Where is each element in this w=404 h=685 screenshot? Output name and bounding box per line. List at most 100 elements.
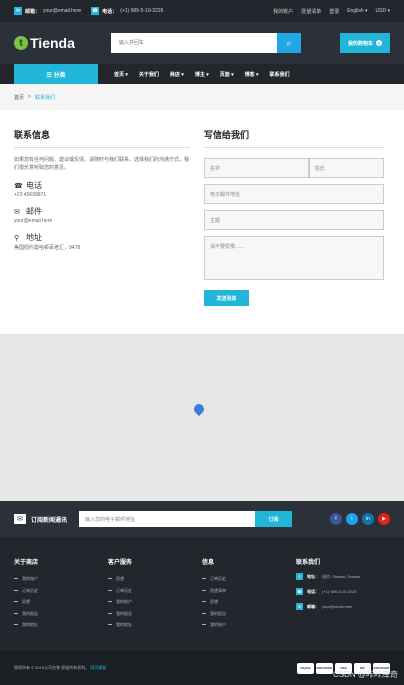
nav-item-shop[interactable]: 商店 ▾ bbox=[170, 71, 184, 78]
map-marker-icon: ⚲ bbox=[14, 234, 20, 242]
footer-link[interactable]: 愿望 bbox=[108, 573, 202, 585]
login-link[interactable]: 登录 bbox=[329, 8, 339, 15]
email-label: 邮箱： bbox=[307, 603, 319, 609]
footer: 关于商店 我的账户 订单历史 愿望 我的报告 我的地址 客户服务 愿望 订单历史… bbox=[0, 537, 404, 651]
footer-link[interactable]: 我的报告 bbox=[202, 608, 296, 620]
footer-link[interactable]: 订单历史 bbox=[14, 585, 108, 597]
footer-col-about: 关于商店 我的账户 订单历史 愿望 我的报告 我的地址 bbox=[14, 557, 108, 651]
envelope-icon: ✉ bbox=[14, 514, 26, 524]
address-label: 地址： bbox=[307, 573, 319, 579]
footer-email: ✉ 邮箱： your@email.here bbox=[296, 603, 390, 610]
email-title: 邮件 bbox=[26, 207, 42, 216]
twitter-icon[interactable]: t bbox=[346, 513, 358, 525]
nav-item-home[interactable]: 首页 ▾ bbox=[114, 71, 128, 78]
breadcrumb-separator: > bbox=[28, 94, 31, 100]
footer-link[interactable]: 愿望清单 bbox=[202, 585, 296, 597]
language-select[interactable]: English ▾ bbox=[347, 8, 367, 15]
topbar-phone: ☎ 电话： (+1) 989-5-10-3226 bbox=[91, 7, 163, 15]
nav-item-blog[interactable]: 博客 ▾ bbox=[245, 71, 259, 78]
linkedin-icon[interactable]: in bbox=[362, 513, 374, 525]
currency-select[interactable]: USD ▾ bbox=[376, 8, 390, 15]
nav-item-pages[interactable]: 页面 ▾ bbox=[220, 71, 234, 78]
paypal-icon: PayPal bbox=[297, 662, 314, 674]
cart-button[interactable]: 我的购物车 0 bbox=[339, 33, 390, 53]
template-link[interactable]: 网页模板 bbox=[90, 665, 106, 670]
subject-field[interactable]: 主题 bbox=[204, 210, 384, 230]
contact-email: ✉ 邮件 your@email.here bbox=[14, 206, 190, 224]
copyright-text: 版权所有 © 2019公司名称 保留所有权利。 bbox=[14, 665, 90, 670]
nav-item-blogger[interactable]: 博主 ▾ bbox=[195, 71, 209, 78]
wishlist-link[interactable]: 愿望清单 bbox=[301, 8, 321, 15]
email-value[interactable]: your@email.here bbox=[322, 604, 353, 609]
footer-link[interactable]: 我的账户 bbox=[14, 573, 108, 585]
envelope-icon: ✉ bbox=[14, 208, 20, 216]
email-value[interactable]: your@email.here bbox=[14, 218, 190, 224]
topbar-email: ✉ 邮箱： your@email.here bbox=[14, 7, 81, 15]
last-name-field[interactable]: 姓氏 bbox=[308, 158, 384, 178]
contact-address: ⚲ 地址 美国纽约曼哈顿百老汇，9478 bbox=[14, 232, 190, 251]
map[interactable] bbox=[0, 334, 404, 501]
footer-col-title: 关于商店 bbox=[14, 560, 39, 566]
envelope-icon: ✉ bbox=[296, 603, 303, 610]
breadcrumb: 首页 > 联系我们 bbox=[0, 84, 404, 110]
email-label: 邮箱： bbox=[25, 8, 41, 15]
footer-link[interactable]: 我的地址 bbox=[108, 619, 202, 631]
phone-value: +23 45699871 bbox=[14, 192, 47, 198]
subscribe-button[interactable]: 订阅 bbox=[255, 511, 292, 527]
map-pin-icon[interactable] bbox=[191, 401, 207, 417]
newsletter-email-input[interactable]: 输入您的电子邮件地址 bbox=[79, 511, 255, 527]
footer-link[interactable]: 我的报告 bbox=[14, 608, 108, 620]
footer-link[interactable]: 我的地址 bbox=[14, 619, 108, 631]
bottom-bar: 版权所有 © 2019公司名称 保留所有权利。 网页模板 PayPal DISC… bbox=[0, 651, 404, 685]
contact-phone: ☎ 电话 +23 45699871 bbox=[14, 180, 190, 198]
contact-info: 联系信息 如果您有任何问题、建议或反馈，请随时与我们联系。选择我们的沟通方式，我… bbox=[14, 128, 190, 251]
footer-address: ⚲ 地址： 纽约, Ottawa, Ontario bbox=[296, 573, 390, 580]
phone-icon: ☎ bbox=[14, 182, 23, 190]
footer-phone: ☎ 电话： (+1) 989-5-10-3226 bbox=[296, 588, 390, 595]
search-input[interactable] bbox=[110, 33, 277, 53]
contact-info-title: 联系信息 bbox=[14, 128, 190, 148]
newsletter-title: 订阅新闻通讯 bbox=[31, 517, 68, 524]
copyright: 版权所有 © 2019公司名称 保留所有权利。 网页模板 bbox=[14, 665, 106, 671]
phone-value: (+1) 989-5-10-3226 bbox=[120, 8, 164, 14]
contact-info-desc: 如果您有任何问题、建议或反馈，请随时与我们联系。选择我们的沟通方式，我们很乐意听… bbox=[14, 157, 190, 171]
phone-label: 电话： bbox=[102, 8, 118, 15]
email-value[interactable]: your@email.here bbox=[43, 8, 81, 14]
category-menu-button[interactable]: ☰ 分类 bbox=[14, 64, 98, 84]
send-message-button[interactable]: 发送消息 bbox=[204, 290, 249, 306]
form-title: 写信给我们 bbox=[204, 128, 384, 148]
footer-link[interactable]: 我的账户 bbox=[108, 596, 202, 608]
search-button[interactable]: ⌕ bbox=[276, 33, 301, 53]
logo[interactable]: t Tienda bbox=[14, 35, 75, 51]
my-account-link[interactable]: 我的账户 bbox=[273, 8, 293, 15]
footer-link[interactable]: 愿望 bbox=[14, 596, 108, 608]
message-textarea[interactable]: 请不要犹豫…… bbox=[204, 236, 384, 280]
footer-col-contact: 联系我们 ⚲ 地址： 纽约, Ottawa, Ontario ☎ 电话： (+1… bbox=[296, 557, 390, 651]
facebook-icon[interactable]: f bbox=[330, 513, 342, 525]
footer-link[interactable]: 我的账户 bbox=[202, 619, 296, 631]
email-field[interactable]: 电子邮件地址 bbox=[204, 184, 384, 204]
search-bar: ⌕ bbox=[110, 33, 301, 53]
header: t Tienda ⌕ 我的购物车 0 bbox=[0, 22, 404, 64]
nav-items: 首页 ▾ 关于我们 商店 ▾ 博主 ▾ 页面 ▾ 博客 ▾ 联系我们 bbox=[114, 71, 301, 78]
main-nav: ☰ 分类 首页 ▾ 关于我们 商店 ▾ 博主 ▾ 页面 ▾ 博客 ▾ 联系我们 bbox=[0, 64, 404, 84]
breadcrumb-home[interactable]: 首页 bbox=[14, 94, 24, 101]
youtube-icon[interactable]: ▶ bbox=[378, 513, 390, 525]
first-name-field[interactable]: 名字 bbox=[204, 158, 309, 178]
phone-icon: ☎ bbox=[296, 588, 303, 595]
address-value: 美国纽约曼哈顿百老汇，9478 bbox=[14, 245, 81, 251]
footer-link[interactable]: 订单历史 bbox=[202, 573, 296, 585]
cart-label: 我的购物车 bbox=[347, 40, 373, 47]
footer-link[interactable]: 订单历史 bbox=[108, 585, 202, 597]
social-links: f t in ▶ bbox=[326, 513, 390, 525]
address-value: 纽约, Ottawa, Ontario bbox=[322, 573, 361, 579]
nav-item-contact[interactable]: 联系我们 bbox=[270, 71, 290, 78]
map-marker-icon: ⚲ bbox=[296, 573, 303, 580]
footer-link[interactable]: 愿望 bbox=[202, 596, 296, 608]
nav-item-about[interactable]: 关于我们 bbox=[139, 71, 159, 78]
footer-link[interactable]: 我的报告 bbox=[108, 608, 202, 620]
logo-text: Tienda bbox=[30, 35, 75, 51]
newsletter-bar: ✉ 订阅新闻通讯 输入您的电子邮件地址 订阅 f t in ▶ bbox=[0, 501, 404, 537]
watermark: CSDN @咔咔库奇 bbox=[332, 670, 398, 679]
logo-icon: t bbox=[14, 36, 28, 50]
